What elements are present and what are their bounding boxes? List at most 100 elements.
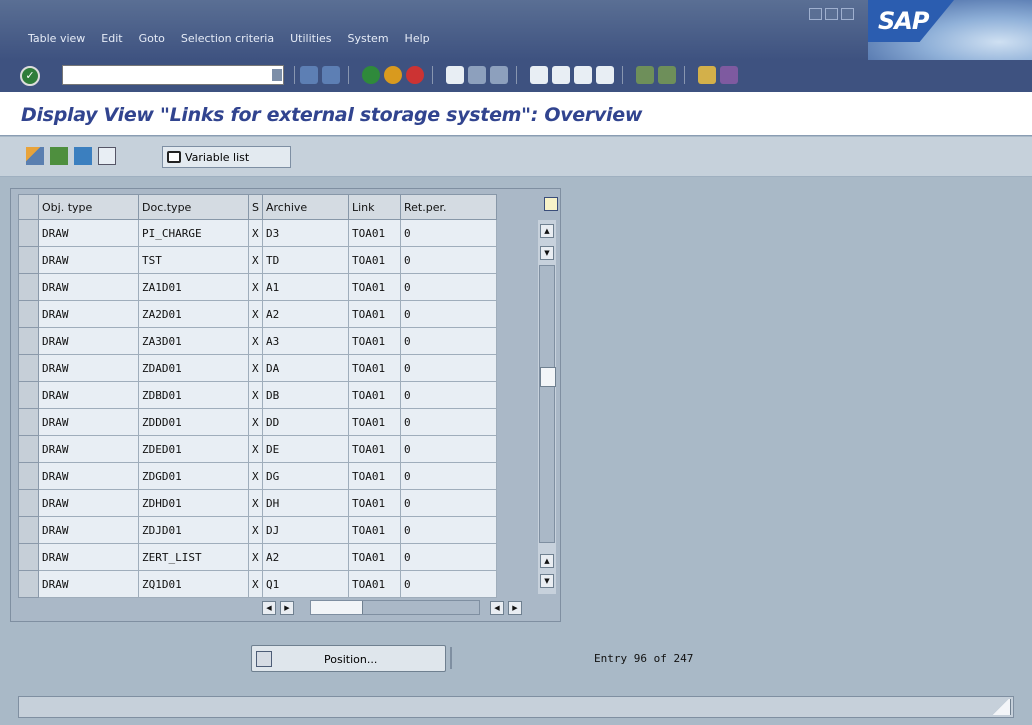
cell-link[interactable]: TOA01 xyxy=(348,570,401,598)
row-selector[interactable] xyxy=(18,462,39,490)
cell-link[interactable]: TOA01 xyxy=(348,327,401,355)
cell-ret-per[interactable]: 0 xyxy=(400,354,497,382)
cell-s[interactable]: X xyxy=(248,300,263,328)
position-button[interactable]: Position... xyxy=(251,645,446,672)
cell-s[interactable]: X xyxy=(248,381,263,409)
menu-utilities[interactable]: Utilities xyxy=(290,32,331,50)
cell-doc-type[interactable]: ZQ1D01 xyxy=(138,570,249,598)
horizontal-scroll-track[interactable] xyxy=(310,600,480,615)
row-selector[interactable] xyxy=(18,354,39,382)
cell-doc-type[interactable]: ZDJD01 xyxy=(138,516,249,544)
row-selector[interactable] xyxy=(18,246,39,274)
cell-obj-type[interactable]: DRAW xyxy=(38,489,139,517)
help-icon[interactable] xyxy=(698,66,716,84)
cell-link[interactable]: TOA01 xyxy=(348,246,401,274)
cell-ret-per[interactable]: 0 xyxy=(400,273,497,301)
cancel-icon[interactable] xyxy=(406,66,424,84)
cell-archive[interactable]: A1 xyxy=(262,273,349,301)
row-selector[interactable] xyxy=(18,543,39,571)
scroll-right-end-icon[interactable]: ▶ xyxy=(508,601,522,615)
find-next-icon[interactable] xyxy=(490,66,508,84)
menu-table-view[interactable]: Table view xyxy=(28,32,85,50)
cell-s[interactable]: X xyxy=(248,246,263,274)
cell-link[interactable]: TOA01 xyxy=(348,219,401,247)
cell-ret-per[interactable]: 0 xyxy=(400,219,497,247)
last-page-icon[interactable] xyxy=(596,66,614,84)
scroll-right-icon[interactable]: ▶ xyxy=(280,601,294,615)
find-icon[interactable] xyxy=(468,66,486,84)
scroll-page-down-icon[interactable]: ▼ xyxy=(540,574,554,588)
cell-s[interactable]: X xyxy=(248,516,263,544)
cell-obj-type[interactable]: DRAW xyxy=(38,273,139,301)
cell-obj-type[interactable]: DRAW xyxy=(38,435,139,463)
create-session-icon[interactable] xyxy=(636,66,654,84)
cell-ret-per[interactable]: 0 xyxy=(400,489,497,517)
cell-archive[interactable]: DG xyxy=(262,462,349,490)
cell-link[interactable]: TOA01 xyxy=(348,381,401,409)
scroll-thumb[interactable] xyxy=(540,367,556,387)
cell-doc-type[interactable]: PI_CHARGE xyxy=(138,219,249,247)
cell-archive[interactable]: A2 xyxy=(262,543,349,571)
cell-archive[interactable]: TD xyxy=(262,246,349,274)
cell-ret-per[interactable]: 0 xyxy=(400,300,497,328)
maximize-button[interactable] xyxy=(825,8,838,20)
cell-ret-per[interactable]: 0 xyxy=(400,462,497,490)
row-selector[interactable] xyxy=(18,435,39,463)
cell-link[interactable]: TOA01 xyxy=(348,435,401,463)
layout-menu-icon[interactable] xyxy=(720,66,738,84)
cell-link[interactable]: TOA01 xyxy=(348,489,401,517)
save-icon[interactable] xyxy=(322,66,340,84)
cell-s[interactable]: X xyxy=(248,462,263,490)
cell-obj-type[interactable]: DRAW xyxy=(38,219,139,247)
cell-ret-per[interactable]: 0 xyxy=(400,570,497,598)
row-selector[interactable] xyxy=(18,408,39,436)
cell-s[interactable]: X xyxy=(248,570,263,598)
row-selector[interactable] xyxy=(18,273,39,301)
minimize-button[interactable] xyxy=(809,8,822,20)
display-change-icon[interactable] xyxy=(26,147,44,165)
cell-archive[interactable]: DJ xyxy=(262,516,349,544)
cell-doc-type[interactable]: ZERT_LIST xyxy=(138,543,249,571)
cell-s[interactable]: X xyxy=(248,435,263,463)
cell-doc-type[interactable]: ZDGD01 xyxy=(138,462,249,490)
menu-system[interactable]: System xyxy=(348,32,389,50)
cell-archive[interactable]: DD xyxy=(262,408,349,436)
cell-obj-type[interactable]: DRAW xyxy=(38,300,139,328)
command-field[interactable] xyxy=(62,65,284,85)
cell-archive[interactable]: A2 xyxy=(262,300,349,328)
cell-obj-type[interactable]: DRAW xyxy=(38,543,139,571)
scroll-left-icon[interactable]: ◀ xyxy=(262,601,276,615)
scroll-down-icon[interactable]: ▲ xyxy=(540,554,554,568)
exit-icon[interactable] xyxy=(384,66,402,84)
deselect-all-icon[interactable] xyxy=(98,147,116,165)
cell-link[interactable]: TOA01 xyxy=(348,516,401,544)
select-block-icon[interactable] xyxy=(74,147,92,165)
cell-doc-type[interactable]: TST xyxy=(138,246,249,274)
cell-ret-per[interactable]: 0 xyxy=(400,435,497,463)
cell-doc-type[interactable]: ZDAD01 xyxy=(138,354,249,382)
cell-obj-type[interactable]: DRAW xyxy=(38,408,139,436)
cell-obj-type[interactable]: DRAW xyxy=(38,381,139,409)
cell-ret-per[interactable]: 0 xyxy=(400,327,497,355)
cell-link[interactable]: TOA01 xyxy=(348,408,401,436)
cell-obj-type[interactable]: DRAW xyxy=(38,516,139,544)
row-selector[interactable] xyxy=(18,327,39,355)
menu-goto[interactable]: Goto xyxy=(139,32,165,50)
scroll-track[interactable] xyxy=(539,265,556,543)
cell-obj-type[interactable]: DRAW xyxy=(38,354,139,382)
cell-archive[interactable]: D3 xyxy=(262,219,349,247)
horizontal-scrollbar[interactable]: ◀ ▶ ◀ ▶ xyxy=(262,599,532,617)
row-selector[interactable] xyxy=(18,489,39,517)
column-header-obj-type[interactable]: Obj. type xyxy=(38,194,139,220)
shortcut-icon[interactable] xyxy=(658,66,676,84)
cell-doc-type[interactable]: ZDBD01 xyxy=(138,381,249,409)
cell-archive[interactable]: DB xyxy=(262,381,349,409)
status-resize-icon[interactable] xyxy=(991,699,1011,715)
cell-doc-type[interactable]: ZDDD01 xyxy=(138,408,249,436)
cell-s[interactable]: X xyxy=(248,273,263,301)
cell-doc-type[interactable]: ZA3D01 xyxy=(138,327,249,355)
cell-ret-per[interactable]: 0 xyxy=(400,246,497,274)
scroll-left-end-icon[interactable]: ◀ xyxy=(490,601,504,615)
row-selector[interactable] xyxy=(18,300,39,328)
cell-doc-type[interactable]: ZA1D01 xyxy=(138,273,249,301)
